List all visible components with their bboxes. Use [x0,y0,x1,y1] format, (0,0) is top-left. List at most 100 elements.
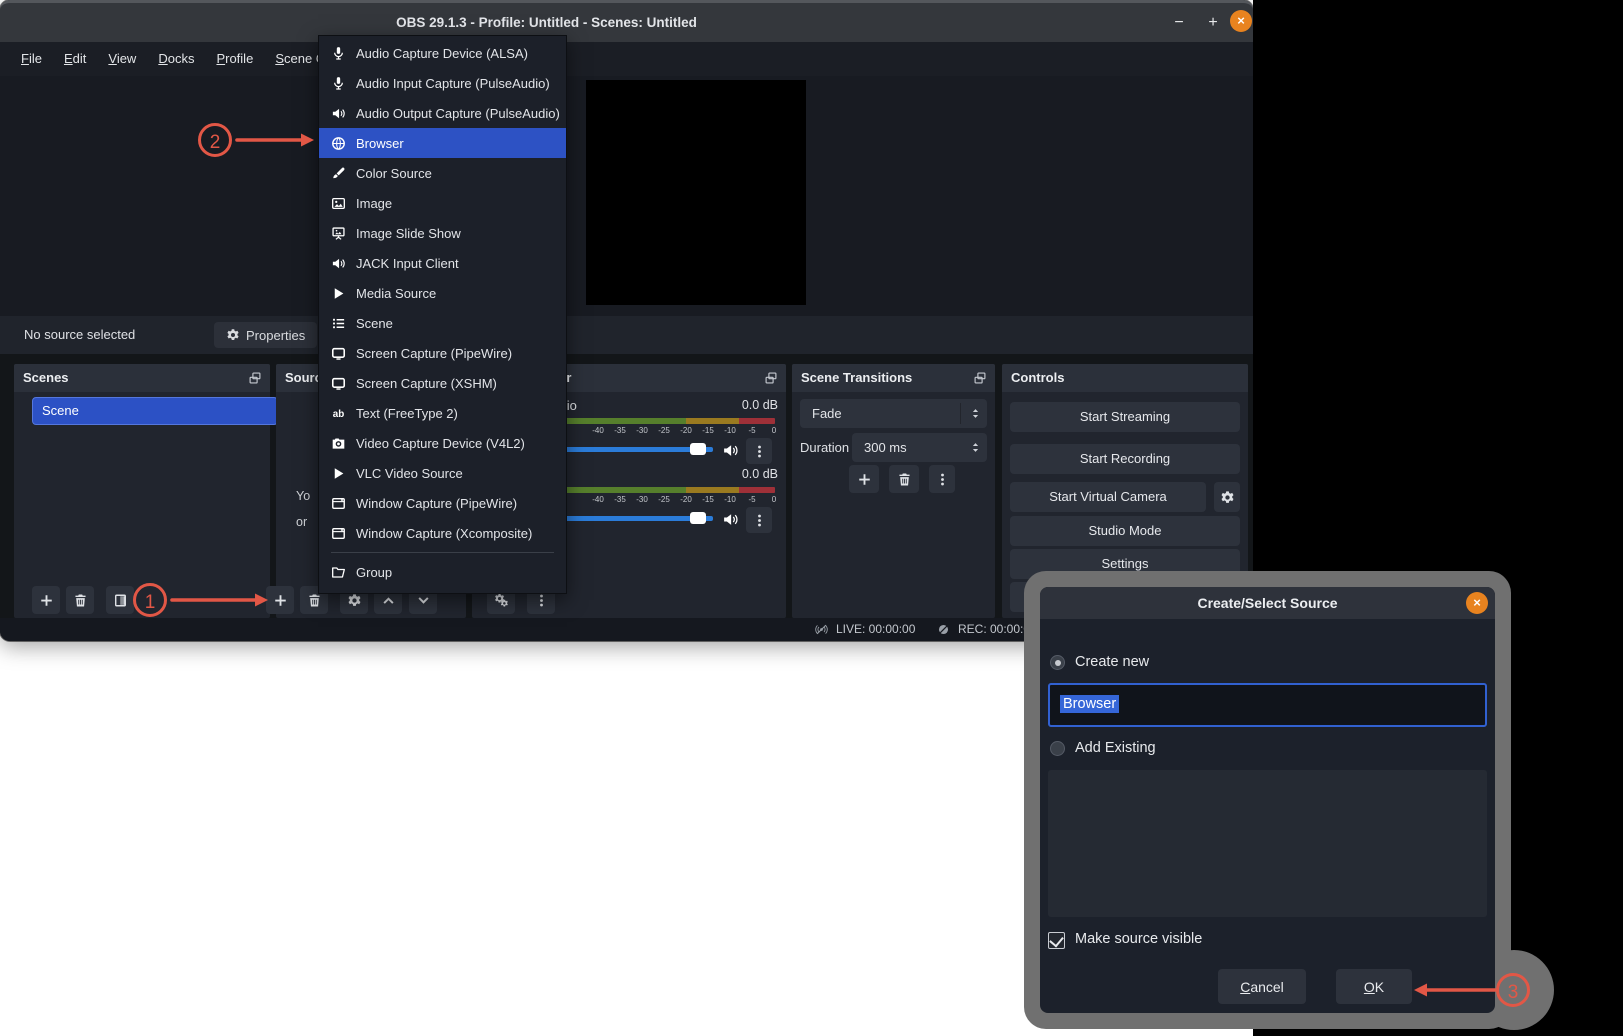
studio-mode-button[interactable]: Studio Mode [1010,516,1240,546]
plus-icon [857,472,872,487]
step-3-marker: 3 [1496,973,1530,1007]
menu-item-screen-capture-pipewire-[interactable]: Screen Capture (PipeWire) [319,338,566,368]
meter-tick-label: -20 [678,426,694,435]
volume-slider-handle[interactable] [690,512,706,524]
start-recording-button[interactable]: Start Recording [1010,444,1240,474]
scenes-header: Scenes [14,364,270,392]
add-source-menu-list: Audio Capture Device (ALSA) Audio Input C… [319,38,566,587]
ok-button[interactable]: OK [1336,969,1412,1004]
meter-tick-label: -20 [678,495,694,504]
transitions-header: Scene Transitions [792,364,995,392]
dialog-close-button[interactable]: × [1466,592,1488,614]
add-scene-button[interactable] [32,586,60,614]
step-1-arrow [170,592,270,608]
menu-item-label: VLC Video Source [356,466,463,481]
menu-item-audio-input-capture-pulseaudio-[interactable]: Audio Input Capture (PulseAudio) [319,68,566,98]
menu-item-media-source[interactable]: Media Source [319,278,566,308]
popout-icon[interactable] [764,371,778,385]
scene-filters-button[interactable] [106,586,134,614]
menu-item-group[interactable]: Group [319,557,566,587]
menu-item-label: Window Capture (PipeWire) [356,496,517,511]
maximize-button[interactable]: + [1200,10,1226,36]
add-existing-radio[interactable] [1050,741,1065,756]
existing-sources-list[interactable] [1048,770,1487,917]
remove-transition-button[interactable] [889,465,919,493]
menu-item-audio-output-capture-pulseaudio-[interactable]: Audio Output Capture (PulseAudio) [319,98,566,128]
volume-slider-handle[interactable] [690,443,706,455]
dialog-titlebar: Create/Select Source × [1040,587,1495,619]
menu-item-image[interactable]: Image [319,188,566,218]
close-button[interactable]: × [1230,10,1252,32]
menu-item-label: Screen Capture (XSHM) [356,376,497,391]
menu-separator [331,552,554,553]
meter-tick-label: -5 [744,495,760,504]
svg-text:ab: ab [333,408,344,419]
monitor-icon [331,376,346,391]
menu-item-window-capture-pipewire-[interactable]: Window Capture (PipeWire) [319,488,566,518]
menubar-item-profile[interactable]: Profile [205,42,264,76]
menu-item-vlc-video-source[interactable]: VLC Video Source [319,458,566,488]
step-1-marker: 1 [133,583,167,617]
menu-item-scene[interactable]: Scene [319,308,566,338]
menubar-item-file[interactable]: File [10,42,53,76]
transition-select[interactable]: Fade [800,399,987,428]
add-source-button[interactable] [266,586,294,614]
menu-item-image-slide-show[interactable]: Image Slide Show [319,218,566,248]
start-virtual-camera-button[interactable]: Start Virtual Camera [1010,482,1206,512]
cancel-button[interactable]: Cancel [1218,969,1306,1004]
menu-item-label: Color Source [356,166,432,181]
virtual-camera-settings-button[interactable] [1214,482,1240,512]
minimize-button[interactable]: − [1166,10,1192,36]
remove-scene-button[interactable] [66,586,94,614]
channel-menu-button[interactable] [746,507,772,533]
mic-icon [331,46,346,61]
gear-icon [1220,490,1235,505]
menu-item-color-source[interactable]: Color Source [319,158,566,188]
make-source-visible-checkbox[interactable] [1048,932,1065,949]
step-2-marker: 2 [198,123,232,157]
screenshot-stage: OBS 29.1.3 - Profile: Untitled - Scenes:… [0,0,1623,1036]
speaker-icon[interactable] [722,442,739,459]
plus-icon [39,593,54,608]
mixer-channel-level: 0.0 dB [742,398,778,412]
properties-button[interactable]: Properties [214,322,317,348]
menu-item-label: Audio Capture Device (ALSA) [356,46,528,61]
create-new-radio[interactable] [1050,655,1065,670]
popout-icon[interactable] [248,371,262,385]
channel-menu-button[interactable] [746,438,772,464]
meter-tick-label: -35 [612,426,628,435]
record-off-icon [937,623,950,636]
broadcast-off-icon [815,623,828,636]
kebab-icon [935,472,950,487]
menubar-item-edit[interactable]: Edit [53,42,97,76]
menu-item-jack-input-client[interactable]: JACK Input Client [319,248,566,278]
meter-tick-label: 0 [766,426,782,435]
menu-item-text-freetype-2-[interactable]: abText (FreeType 2) [319,398,566,428]
menubar-item-view[interactable]: View [97,42,147,76]
image-icon [331,196,346,211]
menu-item-window-capture-xcomposite-[interactable]: Window Capture (Xcomposite) [319,518,566,548]
menu-item-audio-capture-device-alsa-[interactable]: Audio Capture Device (ALSA) [319,38,566,68]
speaker-icon[interactable] [722,511,739,528]
duration-spinbox[interactable]: 300 ms [852,433,987,462]
menu-item-label: Audio Output Capture (PulseAudio) [356,106,560,121]
meter-tick-label: -15 [700,426,716,435]
menu-item-label: JACK Input Client [356,256,459,271]
menu-item-video-capture-device-v4l2-[interactable]: Video Capture Device (V4L2) [319,428,566,458]
add-transition-button[interactable] [849,465,879,493]
menu-item-screen-capture-xshm-[interactable]: Screen Capture (XSHM) [319,368,566,398]
source-name-input[interactable]: Browser [1048,683,1487,727]
transition-menu-button[interactable] [929,465,955,493]
popout-icon[interactable] [973,371,987,385]
scenes-panel: Scenes Scene [14,364,270,618]
add-existing-label: Add Existing [1075,740,1156,756]
scene-preview [586,80,806,305]
start-streaming-button[interactable]: Start Streaming [1010,402,1240,432]
scene-list-item[interactable]: Scene [32,397,278,425]
menubar-item-docks[interactable]: Docks [147,42,205,76]
speaker-icon [331,256,346,271]
menu-item-browser[interactable]: Browser [319,128,566,158]
preview-canvas [0,76,1253,316]
menu-item-label: Scene [356,316,393,331]
chevron-up-icon [381,593,396,608]
